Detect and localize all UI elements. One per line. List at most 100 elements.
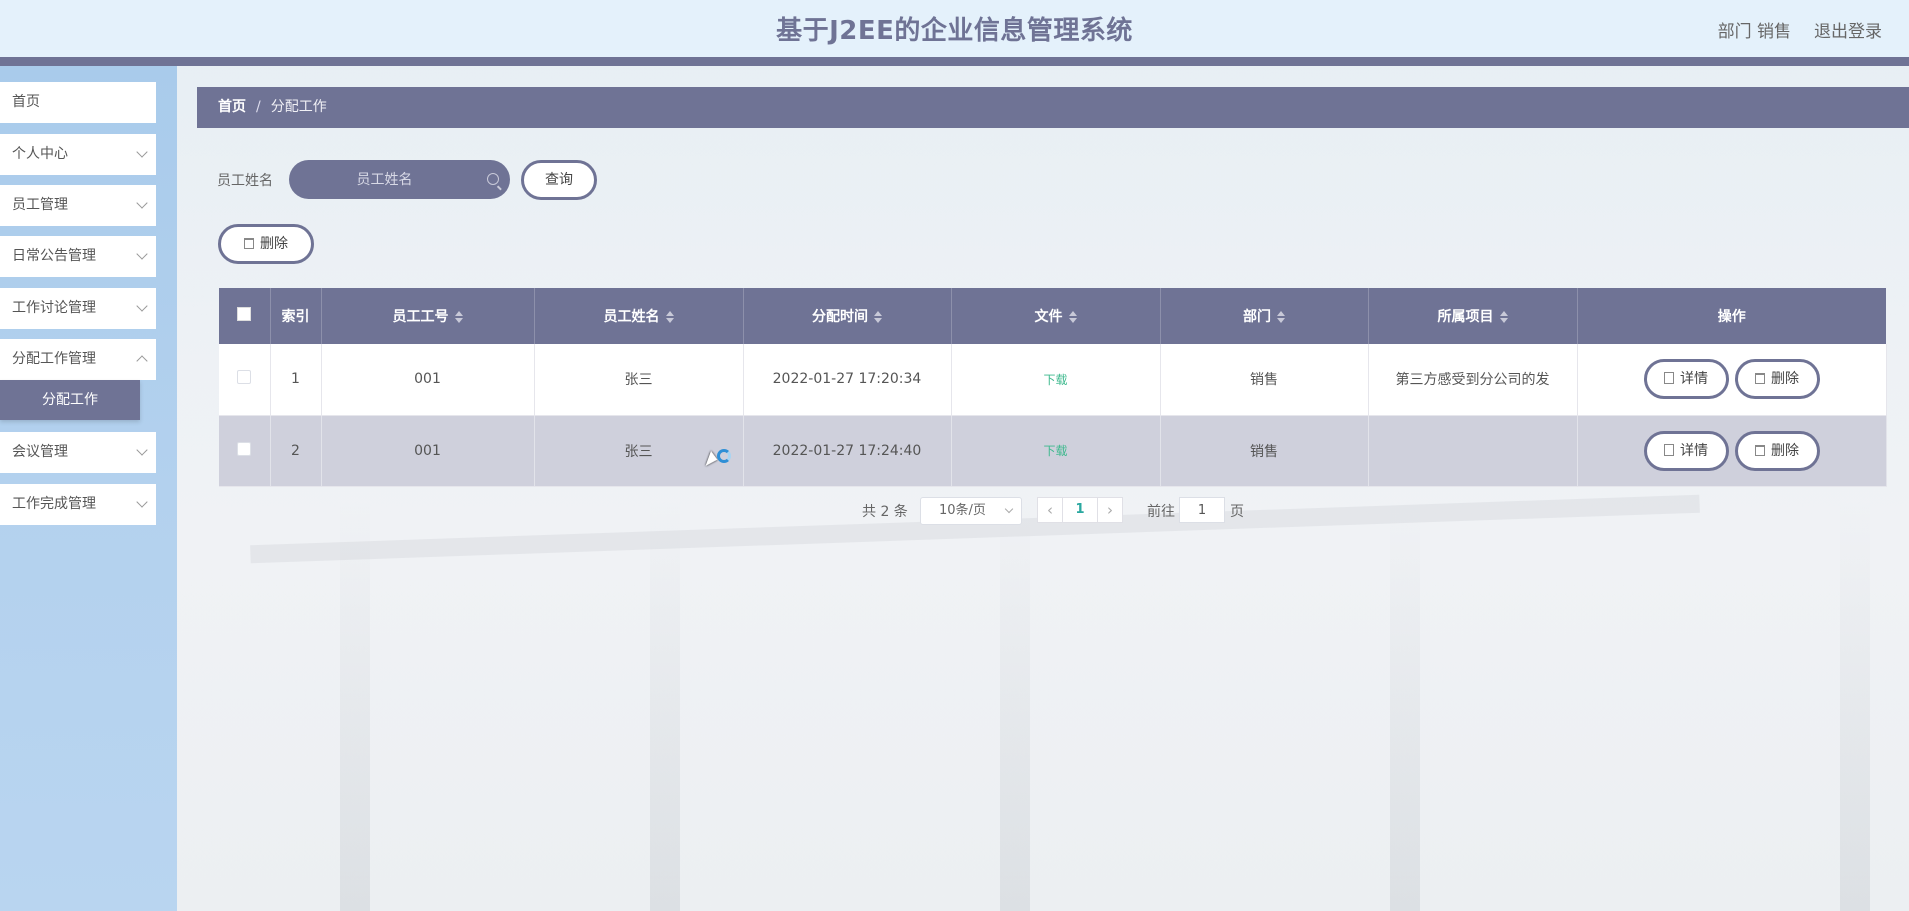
table-row: 2 001 张三 2022-01-27 17:24:40 下载 销售 详情 删除 [219,415,1887,487]
sort-icon[interactable] [454,311,463,323]
column-header-index: 索引 [270,288,322,344]
app-title: 基于J2EE的企业信息管理系统 [776,16,1133,46]
trash-icon [244,238,254,249]
download-link[interactable]: 下载 [1043,444,1067,458]
sidebar-item-meeting-management[interactable]: 会议管理 [0,432,156,473]
document-icon [1664,372,1674,385]
breadcrumb-home[interactable]: 首页 [218,99,246,115]
detail-button[interactable]: 详情 [1643,430,1729,471]
column-header-dept[interactable]: 部门 [1160,288,1369,344]
chevron-up-icon [136,355,148,367]
sidebar-item-label: 个人中心 [12,146,68,162]
top-header: 基于J2EE的企业信息管理系统 部门 销售 退出登录 [0,0,1909,57]
bulk-delete-label: 删除 [260,236,288,252]
header-divider-strip [0,57,1909,66]
table-row: 1 001 张三 2022-01-27 17:20:34 下载 销售 第三方感受… [219,344,1887,416]
breadcrumb-separator: / [256,99,261,115]
chevron-down-icon [136,197,148,209]
cell-emp-no: 001 [321,415,535,487]
sidebar-item-label: 工作讨论管理 [12,300,96,316]
cell-dept: 销售 [1160,415,1369,487]
cell-index: 1 [270,344,322,416]
document-icon [1664,443,1674,456]
cell-emp-name: 张三 [534,344,744,416]
sidebar-item-discussion-management[interactable]: 工作讨论管理 [0,288,156,329]
cell-dept: 销售 [1160,344,1369,416]
chevron-down-icon [136,444,148,456]
trash-icon [1755,373,1765,385]
cell-emp-no: 001 [321,344,535,416]
assignment-table: 索引 员工工号 员工姓名 分配时间 文件 部门 所属项目 操作 1 001 张三… [219,288,1887,487]
chevron-down-icon [136,496,148,508]
bulk-delete-button[interactable]: 删除 [218,224,314,264]
sidebar-item-label: 会议管理 [12,444,68,460]
table-header-row: 索引 员工工号 员工姓名 分配时间 文件 部门 所属项目 操作 [219,288,1886,344]
breadcrumb: 首页 / 分配工作 [197,87,1909,128]
goto-page-input[interactable] [1179,497,1225,523]
chevron-down-icon [136,300,148,312]
pagination-total: 共 2 条 [862,504,908,520]
row-delete-button[interactable]: 删除 [1734,359,1820,400]
cell-project [1368,415,1578,487]
sidebar-item-completion-management[interactable]: 工作完成管理 [0,484,156,525]
sort-icon[interactable] [665,311,674,323]
logout-link[interactable]: 退出登录 [1814,17,1882,42]
sidebar-item-employee-management[interactable]: 员工管理 [0,185,156,226]
page-unit-label: 页 [1230,504,1244,520]
cell-file: 下载 [951,415,1161,487]
row-checkbox-cell [219,415,271,487]
row-checkbox[interactable] [237,370,252,385]
page-size-select[interactable]: 10条/页 [920,497,1022,525]
select-all-checkbox[interactable] [237,307,252,321]
search-icon [487,173,499,185]
sidebar-item-personal-center[interactable]: 个人中心 [0,134,156,175]
row-checkbox-cell [219,344,271,416]
sidebar-item-label: 首页 [12,94,40,110]
column-header-actions: 操作 [1577,288,1886,344]
chevron-down-icon [1004,504,1014,514]
select-all-cell [219,288,271,344]
employee-name-search-input[interactable] [289,160,510,199]
sidebar-item-assignment-management[interactable]: 分配工作管理 [0,339,156,380]
cell-project: 第三方感受到分公司的发 [1368,344,1578,416]
cell-actions: 详情 删除 [1577,415,1887,487]
breadcrumb-current: 分配工作 [270,99,327,115]
sidebar-item-home[interactable]: 首页 [0,82,156,123]
sidebar: 首页 个人中心 员工管理 日常公告管理 工作讨论管理 分配工作管理 分配工作 会… [0,66,177,911]
chevron-down-icon [136,146,148,158]
busy-spinner-icon [717,449,731,463]
trash-icon [1755,444,1765,456]
chevron-down-icon [136,248,148,260]
query-button[interactable]: 查询 [521,160,597,200]
prev-page-button[interactable]: ‹ [1037,497,1063,523]
cell-index: 2 [270,415,322,487]
sort-icon[interactable] [1499,311,1508,323]
cell-time: 2022-01-27 17:20:34 [743,344,952,416]
sort-icon[interactable] [1277,311,1285,323]
next-page-button[interactable]: › [1097,497,1123,523]
column-header-project[interactable]: 所属项目 [1368,288,1578,344]
cell-time: 2022-01-27 17:24:40 [743,415,952,487]
user-department-info: 部门 销售 [1717,22,1791,42]
goto-label: 前往 [1147,504,1175,520]
column-header-emp-name[interactable]: 员工姓名 [534,288,744,344]
cell-actions: 详情 删除 [1577,344,1887,416]
detail-button[interactable]: 详情 [1643,359,1729,400]
column-header-time[interactable]: 分配时间 [743,288,952,344]
row-delete-button[interactable]: 删除 [1734,430,1820,471]
cell-file: 下载 [951,344,1161,416]
search-label: 员工姓名 [217,173,273,189]
sort-icon[interactable] [1068,311,1077,323]
sidebar-item-label: 分配工作管理 [12,351,96,367]
sort-icon[interactable] [874,311,882,323]
column-header-file[interactable]: 文件 [951,288,1161,344]
sidebar-item-label: 日常公告管理 [12,248,96,264]
row-checkbox[interactable] [237,441,252,456]
sidebar-item-label: 工作完成管理 [12,496,96,512]
sidebar-item-label: 员工管理 [12,197,68,213]
column-header-emp-no[interactable]: 员工工号 [321,288,535,344]
sidebar-item-announcement-management[interactable]: 日常公告管理 [0,236,156,277]
page-number-current[interactable]: 1 [1063,497,1097,523]
sidebar-subitem-assign-work[interactable]: 分配工作 [0,380,140,420]
download-link[interactable]: 下载 [1043,373,1067,387]
